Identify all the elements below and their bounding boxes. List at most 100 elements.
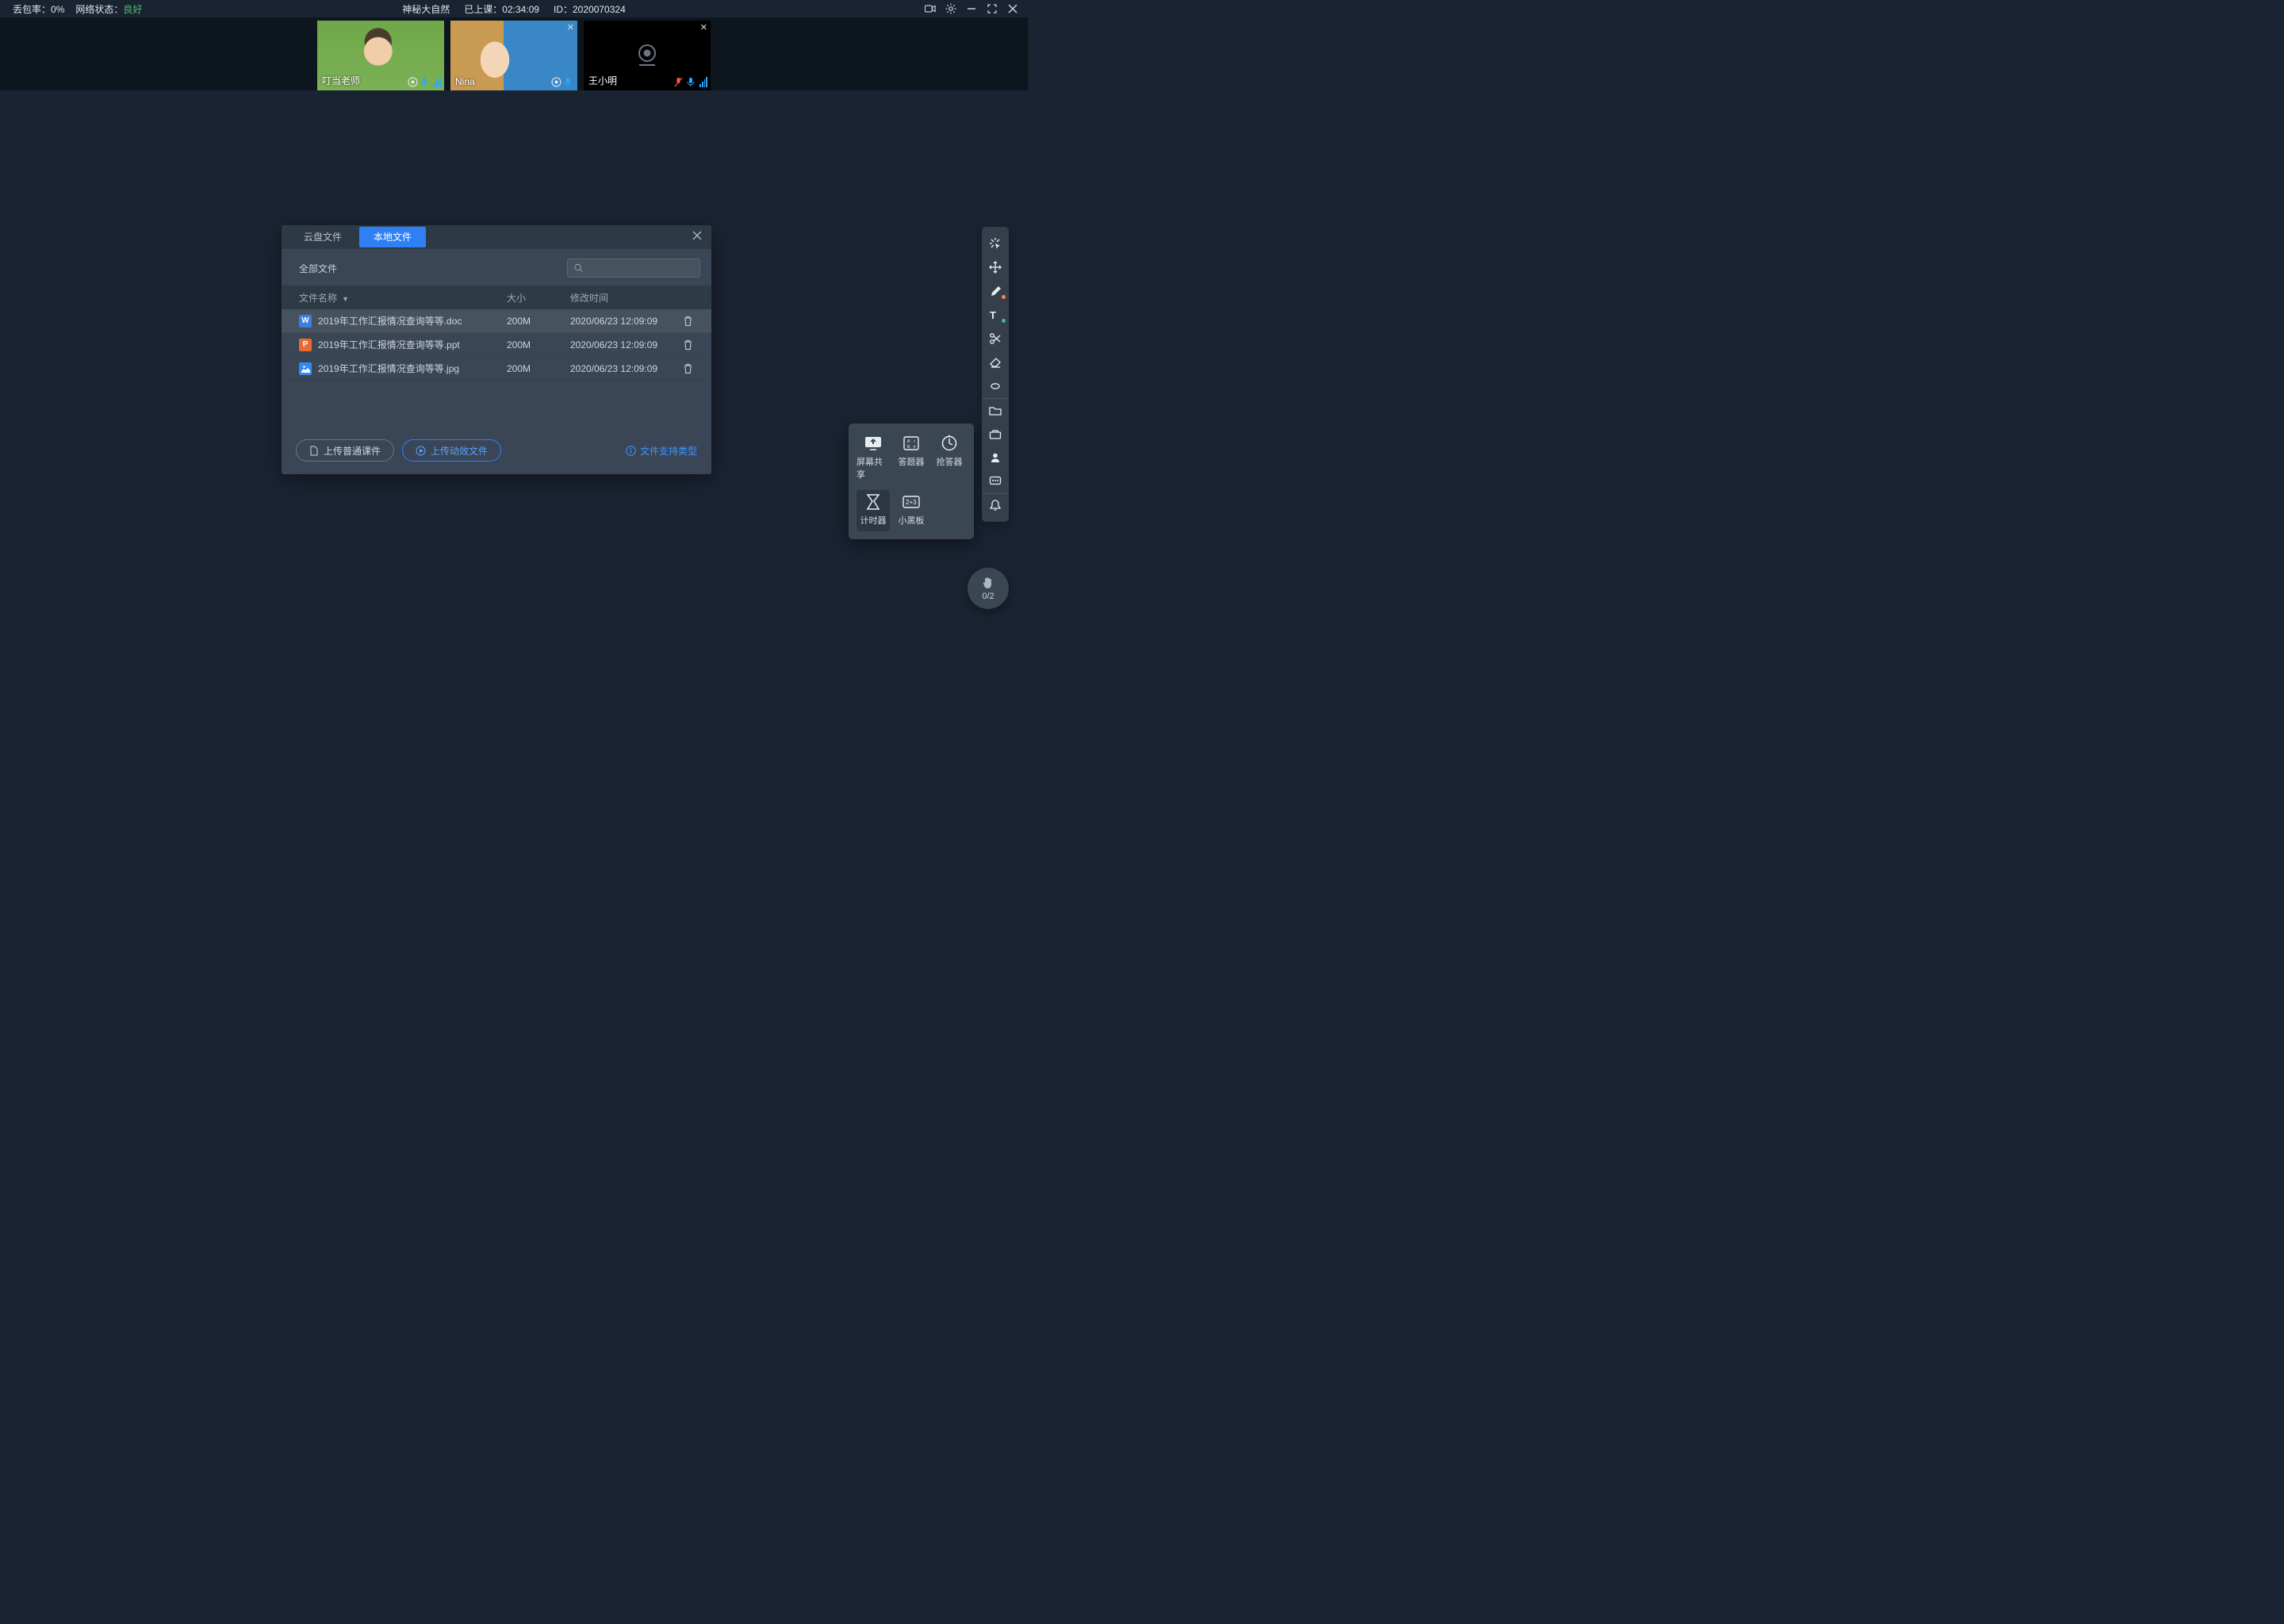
col-mtime[interactable]: 修改时间 bbox=[570, 291, 683, 304]
file-size: 200M bbox=[507, 316, 570, 327]
tool-timer[interactable]: 计时器 bbox=[856, 490, 890, 531]
eraser-icon bbox=[989, 357, 1002, 368]
audio-level-icon bbox=[433, 76, 441, 87]
file-name: 2019年工作汇报情况查询等等.jpg bbox=[318, 362, 459, 375]
search-input[interactable] bbox=[567, 259, 700, 278]
move-icon bbox=[989, 261, 1002, 274]
search-icon bbox=[574, 263, 583, 273]
tool-move[interactable] bbox=[982, 255, 1009, 279]
buzzer-icon bbox=[940, 435, 959, 452]
tool-shape[interactable] bbox=[982, 374, 1009, 398]
table-header: 文件名称▼ 大小 修改时间 bbox=[282, 285, 711, 309]
class-title: 神秘大自然 bbox=[402, 2, 450, 16]
svg-text:✓: ✓ bbox=[913, 439, 916, 444]
maximize-icon[interactable] bbox=[987, 3, 998, 14]
file-mtime: 2020/06/23 12:09:09 bbox=[570, 363, 683, 374]
tool-roster[interactable] bbox=[982, 446, 1009, 469]
tab-cloud-files[interactable]: 云盘文件 bbox=[289, 227, 356, 247]
tool-folder[interactable] bbox=[982, 398, 1009, 422]
all-files-label[interactable]: 全部文件 bbox=[299, 262, 337, 275]
hand-raise-button[interactable]: 0/2 bbox=[968, 568, 1009, 609]
toolbox-icon bbox=[989, 429, 1002, 439]
mic-icon bbox=[420, 77, 431, 87]
net-status: 网络状态：良好 bbox=[75, 2, 142, 16]
play-icon bbox=[416, 446, 426, 456]
file-row[interactable]: P2019年工作汇报情况查询等等.ppt200M2020/06/23 12:09… bbox=[282, 333, 711, 357]
pen-icon bbox=[990, 285, 1002, 297]
chat-icon bbox=[989, 476, 1002, 487]
hand-count: 0/2 bbox=[982, 592, 994, 601]
camera-icon[interactable] bbox=[925, 3, 936, 14]
svg-text:B: B bbox=[907, 445, 910, 450]
tool-text[interactable]: T bbox=[982, 303, 1009, 327]
file-name: 2019年工作汇报情况查询等等.ppt bbox=[318, 338, 460, 351]
search-field[interactable] bbox=[583, 262, 693, 274]
file-row[interactable]: W2019年工作汇报情况查询等等.doc200M2020/06/23 12:09… bbox=[282, 309, 711, 333]
participant-name: Nina bbox=[455, 76, 475, 87]
audio-level-icon bbox=[699, 76, 707, 87]
tool-pen[interactable] bbox=[982, 279, 1009, 303]
delete-file-icon[interactable] bbox=[683, 363, 707, 374]
video-tile-teacher[interactable]: 叮当老师 bbox=[317, 21, 444, 90]
delete-file-icon[interactable] bbox=[683, 339, 707, 350]
doc-file-icon: W bbox=[299, 315, 312, 327]
svg-text:T: T bbox=[990, 309, 996, 320]
mic-icon bbox=[564, 77, 574, 87]
tool-chat[interactable] bbox=[982, 469, 1009, 493]
topbar-center: 神秘大自然 已上课：02:34:09 ID：2020070324 bbox=[402, 2, 626, 16]
tile-close-icon[interactable]: ✕ bbox=[700, 22, 707, 33]
tool-blackboard[interactable]: 2+3 小黑板 bbox=[895, 490, 928, 531]
tool-bell[interactable] bbox=[982, 493, 1009, 517]
video-strip: 叮当老师 ✕ Nina ✕ 王小明 bbox=[0, 17, 1028, 90]
file-row[interactable]: 2019年工作汇报情况查询等等.jpg 200M2020/06/23 12:09:… bbox=[282, 357, 711, 381]
dialog-close-icon[interactable] bbox=[692, 231, 702, 240]
sort-desc-icon: ▼ bbox=[342, 295, 349, 303]
settings-icon[interactable] bbox=[945, 3, 956, 14]
packet-loss: 丢包率：0% bbox=[13, 2, 64, 16]
tools-popover: 屏幕共享 A✓B✕ 答题器 抢答器 计时器 2+3 小黑板 bbox=[849, 423, 974, 539]
video-tile-student-1[interactable]: ✕ Nina bbox=[450, 21, 577, 90]
tool-toolbox[interactable] bbox=[982, 422, 1009, 446]
tab-local-files[interactable]: 本地文件 bbox=[359, 227, 426, 247]
close-icon[interactable] bbox=[1007, 3, 1018, 14]
folder-icon bbox=[989, 405, 1002, 416]
delete-file-icon[interactable] bbox=[683, 316, 707, 327]
tool-eraser[interactable] bbox=[982, 350, 1009, 374]
text-icon: T bbox=[989, 309, 1002, 320]
minimize-icon[interactable] bbox=[966, 3, 977, 14]
jpg-file-icon bbox=[299, 362, 312, 375]
camera-on-icon bbox=[408, 77, 418, 87]
info-icon bbox=[626, 446, 636, 456]
file-mtime: 2020/06/23 12:09:09 bbox=[570, 316, 683, 327]
mic-icon bbox=[687, 77, 697, 87]
elapsed: 已上课：02:34:09 bbox=[464, 2, 539, 16]
participant-name: 叮当老师 bbox=[322, 74, 360, 87]
tool-scissors[interactable] bbox=[982, 327, 1009, 350]
file-size: 200M bbox=[507, 363, 570, 374]
session-id: ID：2020070324 bbox=[554, 2, 626, 16]
screen-share-icon bbox=[864, 435, 883, 452]
bell-icon bbox=[990, 500, 1001, 511]
timer-icon bbox=[864, 493, 883, 511]
upload-animated-button[interactable]: 上传动效文件 bbox=[402, 439, 501, 462]
mic-muted-icon bbox=[674, 77, 684, 87]
person-icon bbox=[990, 452, 1001, 463]
video-tile-student-2[interactable]: ✕ 王小明 bbox=[584, 21, 711, 90]
upload-normal-button[interactable]: 上传普通课件 bbox=[296, 439, 394, 462]
tool-buzzer[interactable]: 抢答器 bbox=[933, 431, 966, 485]
top-bar: 丢包率：0% 网络状态：良好 神秘大自然 已上课：02:34:09 ID：202… bbox=[0, 0, 1028, 17]
topbar-left: 丢包率：0% 网络状态：良好 bbox=[13, 2, 142, 16]
ellipse-icon bbox=[991, 381, 1000, 391]
tile-close-icon[interactable]: ✕ bbox=[567, 22, 574, 33]
col-size[interactable]: 大小 bbox=[507, 291, 570, 304]
scissors-icon bbox=[989, 332, 1002, 345]
supported-types-link[interactable]: 文件支持类型 bbox=[626, 444, 697, 458]
quiz-icon: A✓B✕ bbox=[902, 435, 921, 452]
tool-screen-share[interactable]: 屏幕共享 bbox=[856, 431, 890, 485]
blackboard-icon: 2+3 bbox=[902, 493, 921, 511]
tool-laser[interactable] bbox=[982, 232, 1009, 255]
camera-on-icon bbox=[551, 77, 561, 87]
col-name[interactable]: 文件名称▼ bbox=[299, 291, 507, 304]
tool-quiz[interactable]: A✓B✕ 答题器 bbox=[895, 431, 928, 485]
file-mtime: 2020/06/23 12:09:09 bbox=[570, 339, 683, 350]
